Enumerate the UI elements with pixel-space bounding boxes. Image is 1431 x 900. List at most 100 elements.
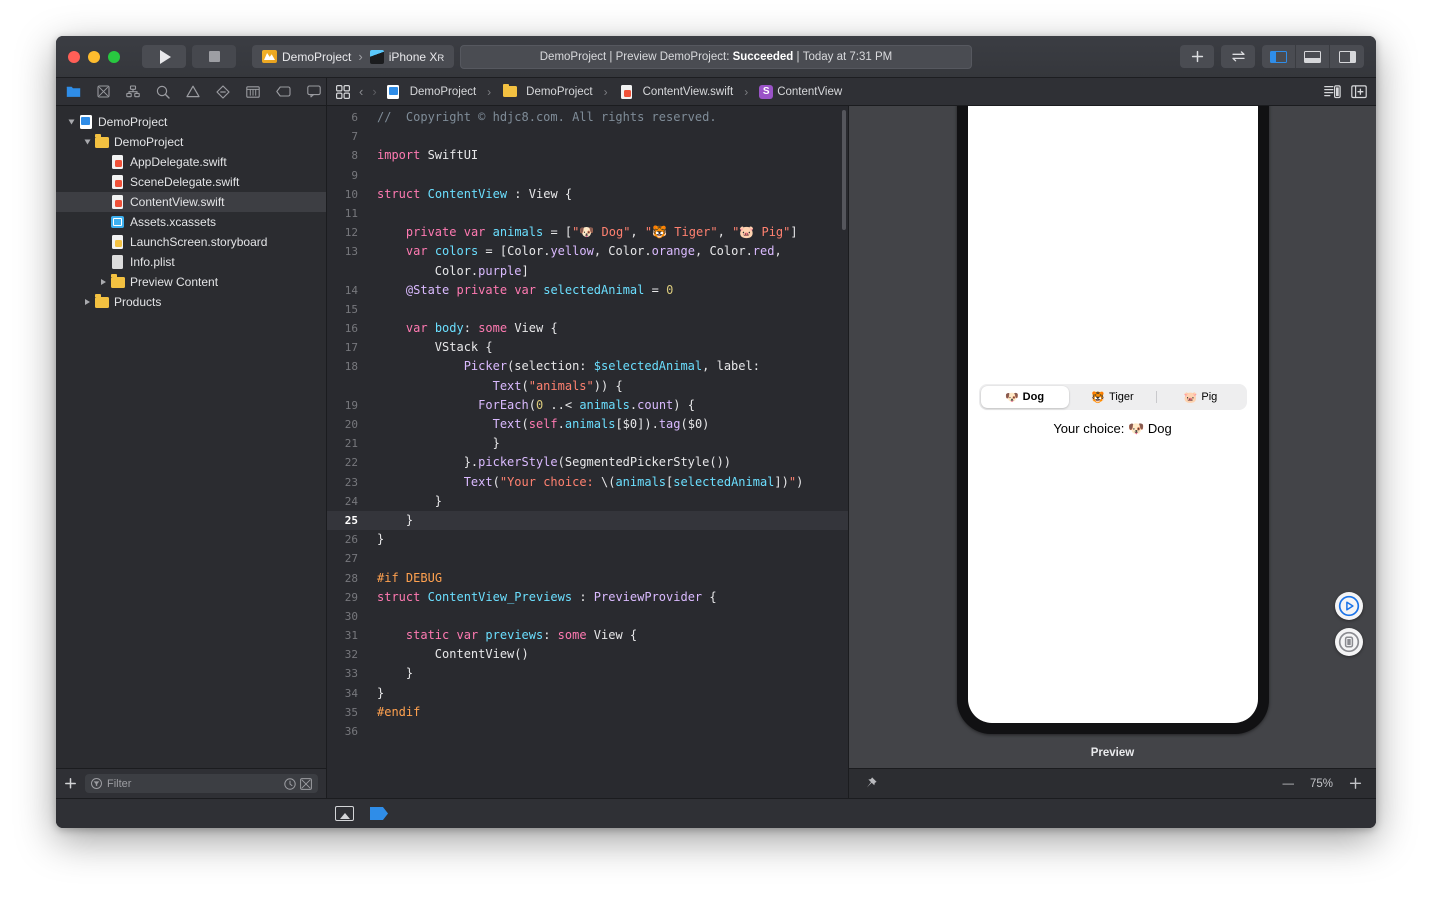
breakpoint-navigator-tab[interactable] <box>276 84 291 99</box>
code-line-8[interactable]: 8 import SwiftUI <box>327 146 848 165</box>
inspector-toggle-button[interactable] <box>1330 45 1364 68</box>
code-line-23[interactable]: 23 Text("Your choice: \(animals[selected… <box>327 473 848 492</box>
zoom-button[interactable] <box>108 50 120 63</box>
tree-item-demoproject[interactable]: DemoProject <box>56 112 326 132</box>
project-navigator-tab[interactable] <box>66 84 81 99</box>
zoom-out-button[interactable]: — <box>1282 778 1294 790</box>
debug-bottom-bar <box>56 798 1376 828</box>
tree-item-preview-content[interactable]: Preview Content <box>56 272 326 292</box>
tree-item-launchscreen-storyboard[interactable]: LaunchScreen.storyboard <box>56 232 326 252</box>
code-line-6[interactable]: 6 // Copyright © hdjc8.com. All rights re… <box>327 108 848 127</box>
code-line-35[interactable]: 35 #endif <box>327 703 848 722</box>
breadcrumb-item-project[interactable]: DemoProject <box>386 84 476 99</box>
code-line-29[interactable]: 29 struct ContentView_Previews : PreviewP… <box>327 588 848 607</box>
test-navigator-tab[interactable] <box>216 84 230 99</box>
debug-navigator-tab[interactable] <box>246 84 260 99</box>
code-line-26[interactable]: 26} <box>327 530 848 549</box>
code-text: } <box>377 436 500 451</box>
tree-item-contentview-swift[interactable]: ContentView.swift <box>56 192 326 212</box>
source-control-filter-icon[interactable] <box>300 777 312 790</box>
tiger-emoji: 🐯 <box>1091 391 1106 404</box>
code-line-15[interactable]: 15 <box>327 300 848 319</box>
code-line-18[interactable]: 18 Picker(selection: $selectedAnimal, la… <box>327 357 848 395</box>
zoom-level-label: 75% <box>1309 777 1333 790</box>
navigator-toggle-button[interactable] <box>1262 45 1296 68</box>
filter-field[interactable]: Filter <box>85 774 318 793</box>
related-items-icon[interactable] <box>336 84 350 99</box>
code-line-13[interactable]: 13 var colors = [Color.yellow, Color.ora… <box>327 242 848 280</box>
code-line-9[interactable]: 9 <box>327 166 848 185</box>
find-navigator-tab[interactable] <box>156 84 170 99</box>
editor-scrollbar[interactable] <box>842 110 846 230</box>
code-line-16[interactable]: 16 var body: some View { <box>327 319 848 338</box>
activity-status-bar[interactable]: DemoProject | Preview DemoProject: Succe… <box>460 44 972 69</box>
close-button[interactable] <box>68 50 80 63</box>
code-line-17[interactable]: 17 VStack { <box>327 338 848 357</box>
code-line-19[interactable]: 19 ForEach(0 ..< animals.count) { <box>327 396 848 415</box>
code-line-36[interactable]: 36 <box>327 722 848 741</box>
scheme-selector[interactable]: DemoProject › iPhone XR <box>252 45 455 68</box>
minimize-button[interactable] <box>88 50 100 63</box>
code-line-30[interactable]: 30 <box>327 607 848 626</box>
code-line-10[interactable]: 10 struct ContentView : View { <box>327 185 848 204</box>
clock-icon[interactable] <box>284 777 296 790</box>
code-line-11[interactable]: 11 <box>327 204 848 223</box>
pin-icon[interactable] <box>863 776 878 791</box>
zoom-in-button[interactable] <box>1349 777 1362 790</box>
live-preview-play-button[interactable] <box>1335 592 1363 620</box>
window-body: DemoProject DemoProject AppDelegate.swift S… <box>56 78 1376 798</box>
show-debug-area-icon[interactable] <box>335 806 354 821</box>
code-line-34[interactable]: 34} <box>327 684 848 703</box>
disclosure-triangle-icon[interactable] <box>64 119 78 125</box>
code-line-20[interactable]: 20 Text(self.animals[$0]).tag($0) <box>327 415 848 434</box>
disclosure-triangle-icon[interactable] <box>80 299 94 305</box>
tree-item-demoproject[interactable]: DemoProject <box>56 132 326 152</box>
preview-device-screen[interactable]: 🐶 Dog 🐯 Tiger 🐷 Pig Your choice: 🐶 Dog <box>967 106 1258 723</box>
preview-on-device-button[interactable] <box>1335 628 1363 656</box>
code-line-31[interactable]: 31 static var previews: some View { <box>327 626 848 645</box>
swap-editors-button[interactable] <box>1221 45 1255 68</box>
source-editor[interactable]: 6 // Copyright © hdjc8.com. All rights re… <box>327 106 849 798</box>
code-line-28[interactable]: 28 #if DEBUG <box>327 569 848 588</box>
code-line-14[interactable]: 14 @State private var selectedAnimal = 0 <box>327 281 848 300</box>
segment-dog[interactable]: 🐶 Dog <box>980 386 1069 408</box>
code-line-7[interactable]: 7 <box>327 127 848 146</box>
source-control-navigator-tab[interactable] <box>97 84 110 99</box>
add-editor-icon[interactable] <box>1351 84 1367 99</box>
tree-item-appdelegate-swift[interactable]: AppDelegate.swift <box>56 152 326 172</box>
issue-navigator-tab[interactable] <box>186 84 200 99</box>
code-line-32[interactable]: 32 ContentView() <box>327 645 848 664</box>
segmented-picker[interactable]: 🐶 Dog 🐯 Tiger 🐷 Pig <box>978 384 1247 410</box>
code-line-27[interactable]: 27 <box>327 549 848 568</box>
symbol-navigator-tab[interactable] <box>126 84 140 99</box>
editor-options-icon[interactable] <box>1324 84 1341 99</box>
breakpoints-flag-icon[interactable] <box>370 807 388 820</box>
add-button[interactable] <box>1180 45 1214 68</box>
tree-item-assets-xcassets[interactable]: Assets.xcassets <box>56 212 326 232</box>
add-file-button[interactable] <box>64 777 77 790</box>
breadcrumb-item-symbol[interactable]: S ContentView <box>759 84 842 99</box>
tree-item-info-plist[interactable]: Info.plist <box>56 252 326 272</box>
code-line-33[interactable]: 33 } <box>327 664 848 683</box>
segment-pig[interactable]: 🐷 Pig <box>1157 386 1245 408</box>
debug-area-toggle-button[interactable] <box>1296 45 1330 68</box>
forward-button[interactable]: › <box>372 84 376 99</box>
disclosure-triangle-icon[interactable] <box>80 139 94 145</box>
breadcrumb-item-group[interactable]: DemoProject <box>502 83 593 98</box>
code-line-24[interactable]: 24 } <box>327 492 848 511</box>
code-line-25[interactable]: 25 } <box>327 510 848 531</box>
stop-button[interactable] <box>192 45 236 68</box>
code-line-12[interactable]: 12 private var animals = ["🐶 Dog", "🐯 Ti… <box>327 223 848 242</box>
run-button[interactable] <box>142 45 186 68</box>
segment-tiger[interactable]: 🐯 Tiger <box>1069 386 1157 408</box>
canvas-stage[interactable]: 🐶 Dog 🐯 Tiger 🐷 Pig Your choice: 🐶 Dog <box>849 106 1376 738</box>
breadcrumb-item-file[interactable]: ContentView.swift <box>619 84 733 99</box>
back-button[interactable]: ‹ <box>359 84 363 99</box>
code-line-21[interactable]: 21 } <box>327 434 848 453</box>
tree-item-scenedelegate-swift[interactable]: SceneDelegate.swift <box>56 172 326 192</box>
filter-input[interactable]: Filter <box>107 778 131 790</box>
report-navigator-tab[interactable] <box>307 84 321 99</box>
code-line-22[interactable]: 22 }.pickerStyle(SegmentedPickerStyle()) <box>327 453 848 472</box>
disclosure-triangle-icon[interactable] <box>96 279 110 285</box>
tree-item-products[interactable]: Products <box>56 292 326 312</box>
